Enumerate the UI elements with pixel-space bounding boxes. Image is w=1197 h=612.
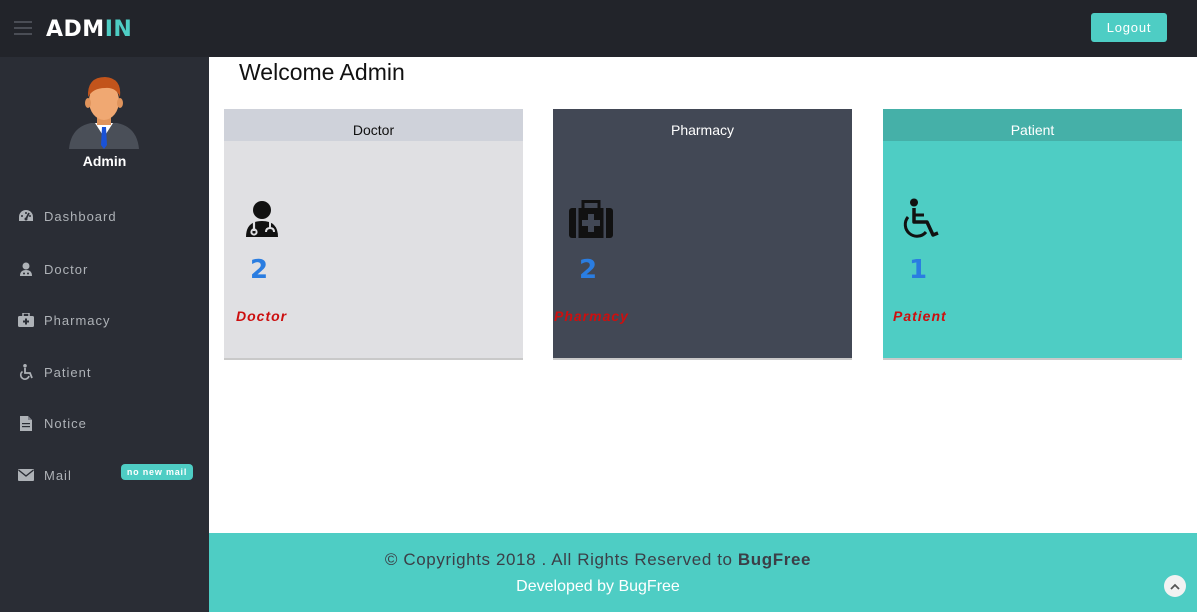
doctor-card[interactable]: Doctor 2 Doctor <box>224 109 523 360</box>
footer: © Copyrights 2018 . All Rights Reserved … <box>209 533 1197 612</box>
sidebar-item-label: Mail <box>44 467 72 483</box>
card-label: Pharmacy <box>554 308 629 324</box>
wheelchair-icon <box>18 364 34 380</box>
medkit-icon <box>569 200 613 238</box>
copyright-prefix: © Copyrights 2018 . All Rights Reserved … <box>384 550 738 569</box>
page-title: Welcome Admin <box>239 59 405 85</box>
mail-status-badge: no new mail <box>121 464 193 480</box>
logo-text-primary: ADM <box>46 17 105 42</box>
pharmacy-card[interactable]: Pharmacy 2 Pharmacy <box>553 109 852 360</box>
menu-toggle-icon[interactable] <box>14 21 32 35</box>
doctor-count: 2 <box>250 255 269 285</box>
top-header: ADMIN Logout <box>0 0 1197 57</box>
card-divider <box>553 358 852 360</box>
file-icon <box>18 415 34 431</box>
copyright-text: © Copyrights 2018 . All Rights Reserved … <box>209 550 987 570</box>
wheelchair-icon <box>903 198 939 238</box>
dashboard-icon <box>18 208 34 224</box>
sidebar-item-label: Pharmacy <box>44 312 111 328</box>
card-title: Doctor <box>224 109 523 141</box>
user-md-icon <box>246 201 278 237</box>
sidebar-item-patient[interactable]: Patient <box>18 361 198 383</box>
profile-name: Admin <box>82 153 127 169</box>
copyright-brand: BugFree <box>737 550 812 569</box>
app-logo[interactable]: ADMIN <box>46 17 132 42</box>
card-divider <box>883 358 1182 360</box>
sidebar-item-label: Dashboard <box>44 208 117 224</box>
patient-count: 1 <box>909 255 928 285</box>
avatar <box>69 77 139 149</box>
card-label: Patient <box>893 308 947 324</box>
logout-button[interactable]: Logout <box>1091 13 1167 42</box>
envelope-icon <box>18 467 34 483</box>
developed-by-text: Developed by BugFree <box>516 578 680 595</box>
sidebar-item-label: Doctor <box>44 261 89 277</box>
sidebar-item-label: Notice <box>44 415 87 431</box>
chevron-up-icon <box>1170 583 1180 590</box>
card-label: Doctor <box>236 308 288 324</box>
scroll-to-top-button[interactable] <box>1164 575 1186 597</box>
card-title: Patient <box>883 109 1182 141</box>
card-divider <box>224 358 523 360</box>
sidebar: Admin Dashboard Doctor Pharmacy Patient … <box>0 57 209 612</box>
patient-card[interactable]: Patient 1 Patient <box>883 109 1182 360</box>
logo-text-accent: IN <box>104 17 133 42</box>
pharmacy-count: 2 <box>579 255 598 285</box>
sidebar-item-notice[interactable]: Notice <box>18 412 198 434</box>
medkit-icon <box>18 312 34 328</box>
sidebar-item-pharmacy[interactable]: Pharmacy <box>18 309 198 331</box>
sidebar-item-label: Patient <box>44 364 92 380</box>
sidebar-item-dashboard[interactable]: Dashboard <box>18 205 198 227</box>
sidebar-item-doctor[interactable]: Doctor <box>18 258 198 280</box>
card-title: Pharmacy <box>553 109 852 141</box>
user-md-icon <box>18 261 34 277</box>
